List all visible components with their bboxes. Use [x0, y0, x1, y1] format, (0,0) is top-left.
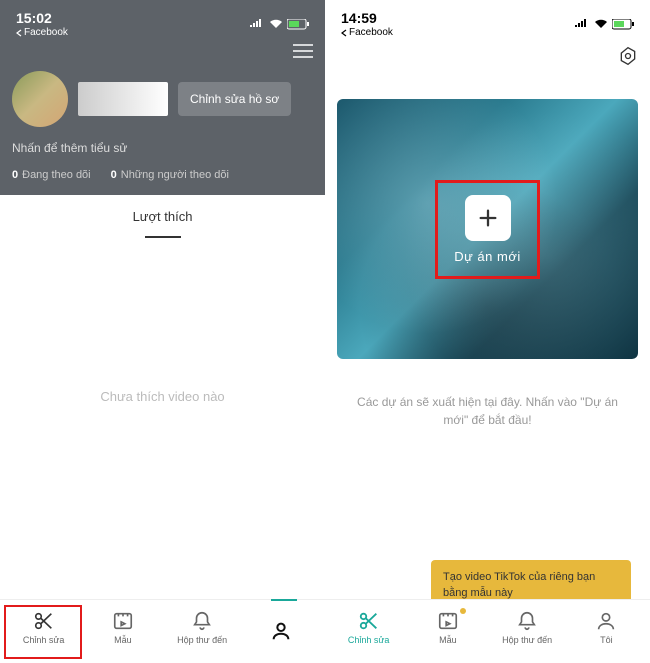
profile-stats: 0Đang theo dõi 0Những người theo dõi: [12, 169, 313, 181]
username-box: [78, 82, 168, 116]
back-to-app[interactable]: Facebook: [16, 27, 68, 38]
status-icons: [574, 19, 634, 30]
empty-likes-message: Chưa thích video nào: [0, 389, 325, 404]
profile-info-row: Chỉnh sửa hồ sơ: [12, 71, 313, 127]
nav-inbox[interactable]: Hộp thư đến: [497, 610, 557, 645]
status-time: 14:59: [341, 10, 377, 26]
nav-inbox[interactable]: Hộp thư đến: [172, 610, 232, 645]
nav-me[interactable]: Tôi: [576, 610, 636, 645]
likes-section: Lượt thích Chưa thích video nào: [0, 195, 325, 599]
profile-header: 15:02 Facebook Chỉnh sửa hồ sơ Nhấn để t…: [0, 0, 325, 195]
notification-dot: [460, 608, 466, 614]
nav-me[interactable]: [251, 620, 311, 645]
status-bar: 14:59 Facebook: [337, 8, 638, 40]
template-icon: [112, 610, 134, 632]
scissors-icon: [33, 610, 55, 632]
battery-icon: [287, 19, 309, 30]
plus-icon: [477, 207, 499, 229]
signal-icon: [574, 19, 590, 29]
hamburger-icon[interactable]: [293, 44, 313, 63]
template-icon: [437, 610, 459, 632]
phone-left-profile: 15:02 Facebook Chỉnh sửa hồ sơ Nhấn để t…: [0, 0, 325, 663]
likes-tab[interactable]: Lượt thích: [0, 195, 325, 239]
status-icons: [249, 19, 309, 30]
scissors-icon: [358, 610, 380, 632]
bottom-nav: Chỉnh sửa Mẫu Hộp thư đến: [0, 599, 325, 663]
new-project-card[interactable]: Dự án mới: [337, 99, 638, 359]
projects-hint: Các dự án sẽ xuất hiện tại đây. Nhấn vào…: [325, 359, 650, 429]
bottom-nav: Chỉnh sửa Mẫu Hộp thư đến Tôi: [325, 599, 650, 663]
nav-templates[interactable]: Mẫu: [418, 610, 478, 645]
signal-icon: [249, 19, 265, 29]
settings-icon[interactable]: [618, 46, 638, 71]
wifi-icon: [594, 19, 608, 29]
nav-edit[interactable]: Chỉnh sửa: [339, 610, 399, 645]
wifi-icon: [269, 19, 283, 29]
following-stat[interactable]: 0Đang theo dõi: [12, 169, 91, 181]
highlight-new-project: Dự án mới: [435, 180, 540, 279]
new-project-button[interactable]: [465, 195, 511, 241]
avatar[interactable]: [12, 71, 68, 127]
battery-icon: [612, 19, 634, 30]
person-icon: [595, 610, 617, 632]
followers-stat[interactable]: 0Những người theo dõi: [111, 169, 229, 181]
bio-prompt[interactable]: Nhấn để thêm tiểu sử: [12, 141, 313, 155]
nav-templates[interactable]: Mẫu: [93, 610, 153, 645]
phone-right-editor: 14:59 Facebook: [325, 0, 650, 663]
new-project-label: Dự án mới: [454, 249, 521, 264]
edit-profile-button[interactable]: Chỉnh sửa hồ sơ: [178, 82, 291, 116]
status-bar: 15:02 Facebook: [12, 8, 313, 40]
nav-edit[interactable]: Chỉnh sửa: [14, 610, 74, 645]
back-to-app[interactable]: Facebook: [341, 27, 393, 38]
status-time: 15:02: [16, 10, 52, 26]
bell-icon: [191, 610, 213, 632]
editor-header: 14:59 Facebook: [325, 0, 650, 91]
bell-icon: [516, 610, 538, 632]
person-icon: [270, 620, 292, 642]
active-indicator: [271, 599, 297, 601]
